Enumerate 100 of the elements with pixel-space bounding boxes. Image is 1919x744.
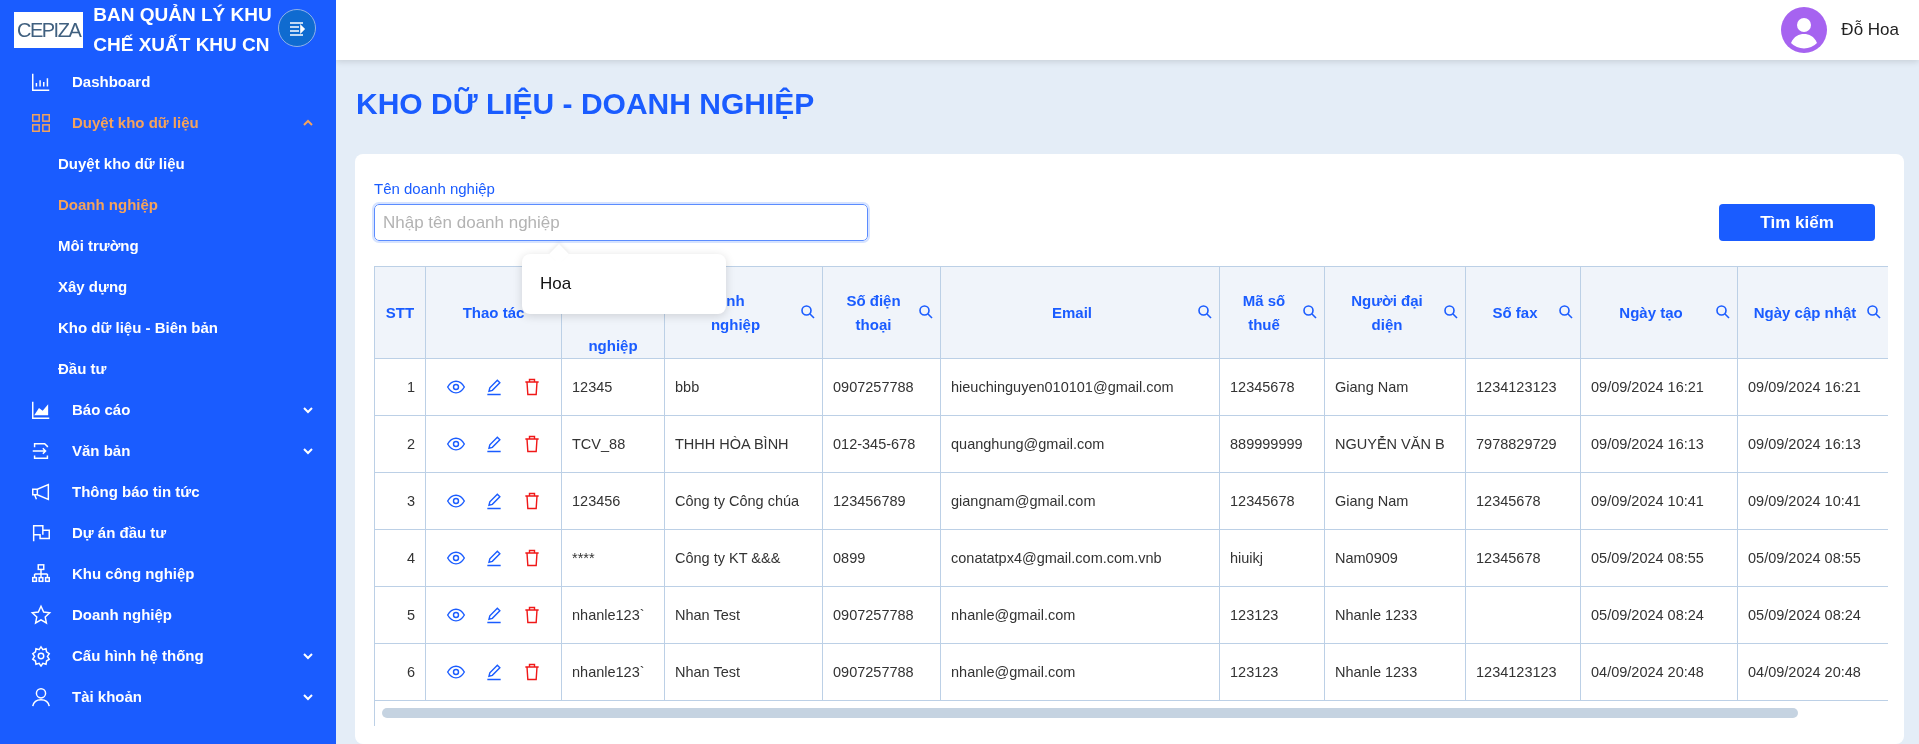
table-cell: Nhanle 1233 bbox=[1335, 607, 1418, 623]
table-cell: conatatpx4@gmail.com.com.vnb bbox=[951, 550, 1162, 566]
search-icon[interactable] bbox=[800, 304, 816, 320]
table-cell: 05/09/2024 08:24 bbox=[1748, 607, 1861, 623]
table-cell: **** bbox=[572, 550, 595, 566]
table-cell: hiuikj bbox=[1230, 550, 1264, 566]
table-cell: Nhanle 1233 bbox=[1335, 664, 1418, 680]
search-icon[interactable] bbox=[1715, 304, 1731, 320]
table-cell: 123456789 bbox=[833, 493, 906, 509]
settings-icon bbox=[30, 644, 52, 667]
search-icon[interactable] bbox=[1197, 304, 1213, 320]
table-cell: nhanle@gmail.com bbox=[951, 664, 1076, 680]
table-cell: 04/09/2024 20:48 bbox=[1748, 664, 1861, 680]
table-cell: 123456 bbox=[572, 493, 621, 509]
table-cell: giangnam@gmail.com bbox=[951, 493, 1096, 509]
suggestion-item[interactable]: Hoa bbox=[522, 274, 572, 294]
table-cell: 05/09/2024 08:24 bbox=[1591, 607, 1704, 623]
table-cell: 0907257788 bbox=[833, 664, 914, 680]
search-icon[interactable] bbox=[1443, 304, 1459, 320]
column-header: Ngày tạo bbox=[1619, 303, 1683, 321]
table-cell: 12345678 bbox=[1230, 493, 1295, 509]
sidebar-item[interactable]: Doanh nghiệp bbox=[0, 594, 336, 635]
table-cell: 0907257788 bbox=[833, 607, 914, 623]
submenu-item[interactable]: Duyệt kho dữ liệu bbox=[0, 143, 336, 184]
app-title: CHẾ XUẤT KHU CN bbox=[93, 33, 271, 57]
table-cell: nhanle123` bbox=[572, 607, 645, 623]
table-cell: nhanle123` bbox=[572, 664, 645, 680]
hierarchy-icon bbox=[30, 562, 52, 585]
sidebar-item[interactable]: Dự án đầu tư bbox=[0, 512, 336, 553]
table-cell: THHH HÒA BÌNH bbox=[675, 436, 789, 452]
column-header: Mã số thuế bbox=[1242, 291, 1286, 333]
table-cell: Nhan Test bbox=[675, 664, 741, 680]
submenu-item[interactable]: Kho dữ liệu - Biên bản bbox=[0, 307, 336, 348]
sidebar-item[interactable]: Cấu hình hệ thống bbox=[0, 635, 336, 676]
user-icon bbox=[30, 685, 52, 708]
submenu-item[interactable]: Đầu tư bbox=[0, 348, 336, 389]
table-cell: Công ty Công chúa bbox=[675, 493, 800, 509]
table-cell: 012-345-678 bbox=[833, 436, 916, 452]
sidebar-item[interactable]: Khu công nghiệp bbox=[0, 553, 336, 594]
sidebar-item[interactable]: Tài khoản bbox=[0, 676, 336, 717]
table-cell: Giang Nam bbox=[1335, 379, 1409, 395]
table-cell: 1234123123 bbox=[1476, 664, 1557, 680]
search-icon[interactable] bbox=[1302, 304, 1318, 320]
app-title: BAN QUẢN LÝ KHU bbox=[93, 3, 272, 27]
sidebar-item[interactable]: Dashboard bbox=[0, 61, 336, 102]
user-name[interactable]: Đỗ Hoa bbox=[1841, 20, 1899, 40]
avatar-icon[interactable] bbox=[1781, 7, 1828, 53]
table-cell: Giang Nam bbox=[1335, 493, 1409, 509]
column-header: Người đại diện bbox=[1351, 291, 1423, 333]
search-button[interactable]: Tìm kiếm bbox=[1719, 204, 1875, 241]
menu-toggle-button[interactable] bbox=[278, 9, 316, 47]
table-cell: 12345 bbox=[572, 379, 613, 395]
table-cell: 05/09/2024 08:55 bbox=[1748, 550, 1861, 566]
logo: CEPIZA bbox=[14, 12, 84, 48]
table-cell: 12345678 bbox=[1230, 379, 1295, 395]
table-cell: 09/09/2024 16:13 bbox=[1591, 436, 1704, 452]
star-icon bbox=[30, 603, 52, 626]
table-cell: 3 bbox=[406, 493, 415, 509]
sidebar-item[interactable]: Văn bản bbox=[0, 430, 336, 471]
search-icon[interactable] bbox=[1866, 304, 1882, 320]
table-cell: 1234123123 bbox=[1476, 379, 1557, 395]
company-name-field[interactable]: Nhập tên doanh nghiệp bbox=[374, 204, 868, 241]
table-cell: 05/09/2024 08:55 bbox=[1591, 550, 1704, 566]
scrollbar[interactable] bbox=[382, 708, 1798, 718]
table-cell: quanghung@gmail.com bbox=[951, 436, 1105, 452]
column-header: Email bbox=[1052, 303, 1092, 321]
table-cell: NGUYỄN VĂN B bbox=[1335, 436, 1445, 452]
table-cell: 09/09/2024 16:13 bbox=[1748, 436, 1861, 452]
table-cell: nhanle@gmail.com bbox=[951, 607, 1076, 623]
table-cell: 123123 bbox=[1230, 664, 1279, 680]
table-cell: 4 bbox=[406, 550, 415, 566]
table-cell: 889999999 bbox=[1230, 436, 1303, 452]
column-header: STT bbox=[385, 303, 415, 321]
page-title: KHO DỮ LIỆU - DOANH NGHIỆP bbox=[355, 86, 816, 122]
submenu-item[interactable]: Môi trường bbox=[0, 225, 336, 266]
column-header: nh nghiệp bbox=[710, 291, 761, 333]
table-cell: Nhan Test bbox=[675, 607, 741, 623]
table-cell: hieuchinguyen010101@gmail.com bbox=[951, 379, 1174, 395]
table-cell: bbb bbox=[675, 379, 700, 395]
column-header: Số điện thoại bbox=[846, 291, 901, 333]
table-cell: Nam0909 bbox=[1335, 550, 1398, 566]
table-cell: 7978829729 bbox=[1476, 436, 1557, 452]
table-cell: TCV_88 bbox=[572, 436, 626, 452]
submenu-item[interactable]: Xây dựng bbox=[0, 266, 336, 307]
table-cell: 0907257788 bbox=[833, 379, 914, 395]
table-cell: 6 bbox=[406, 664, 415, 680]
grid-icon bbox=[30, 111, 52, 134]
sidebar-item[interactable]: Báo cáo bbox=[0, 389, 336, 430]
table-cell: 09/09/2024 10:41 bbox=[1748, 493, 1861, 509]
search-icon[interactable] bbox=[1558, 304, 1574, 320]
table-cell: 2 bbox=[406, 436, 415, 452]
search-icon[interactable] bbox=[918, 304, 934, 320]
table-cell: 1 bbox=[406, 379, 415, 395]
sidebar-item[interactable]: Thông báo tin tức bbox=[0, 471, 336, 512]
table-cell: 12345678 bbox=[1476, 550, 1541, 566]
table-cell: 09/09/2024 10:41 bbox=[1591, 493, 1704, 509]
column-header: Số fax bbox=[1492, 303, 1538, 321]
column-header: Ngày cập nhật bbox=[1753, 303, 1857, 321]
table-cell: 09/09/2024 16:21 bbox=[1748, 379, 1861, 395]
table-cell: 09/09/2024 16:21 bbox=[1591, 379, 1704, 395]
